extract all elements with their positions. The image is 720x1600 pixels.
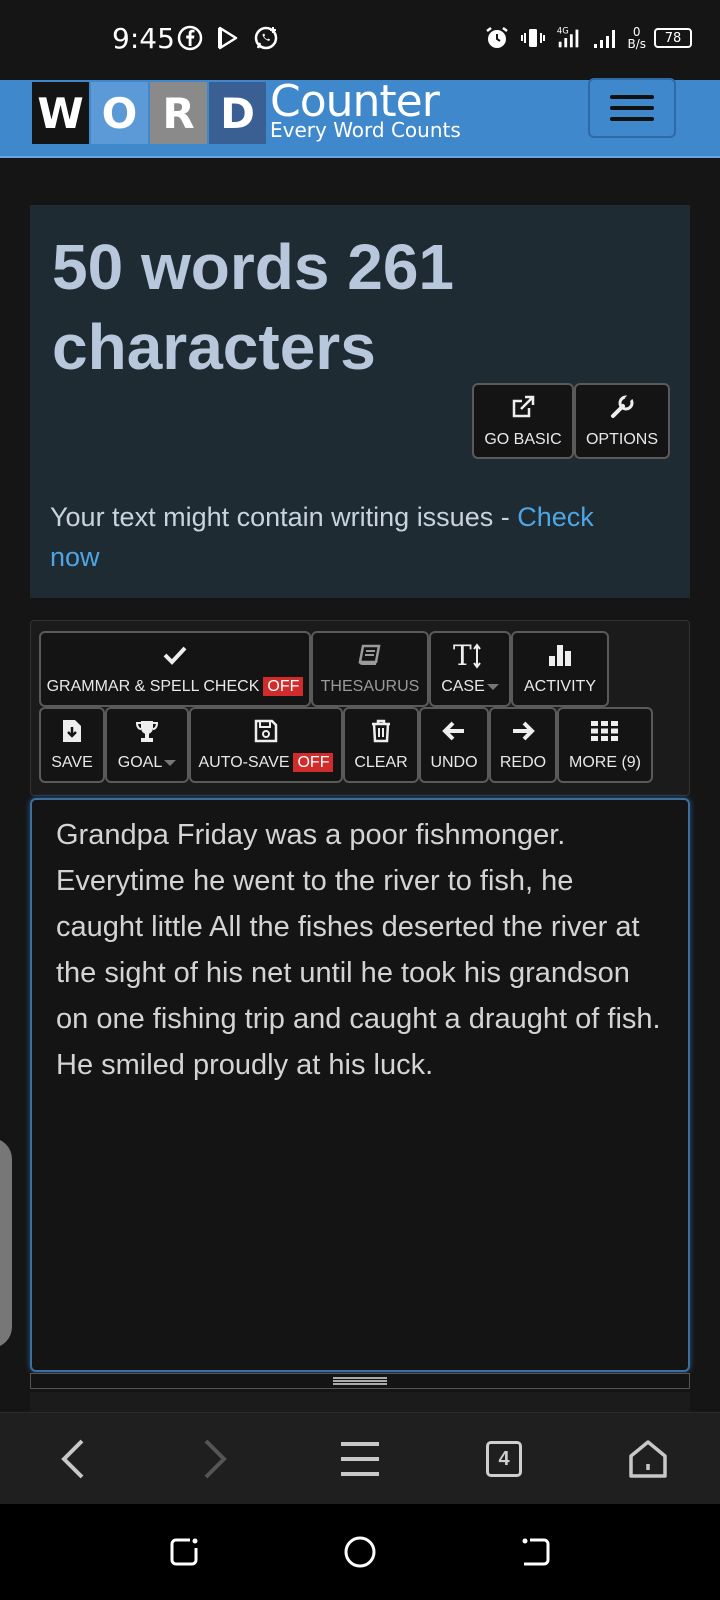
system-status-icons: 4G 0 B/s 78 xyxy=(483,24,692,52)
hamburger-icon-bar xyxy=(610,95,654,99)
status-time: 9:45 xyxy=(112,22,175,55)
grammar-label-row: GRAMMAR & SPELL CHECK OFF xyxy=(46,677,304,696)
auto-save-button[interactable]: AUTO-SAVE OFF xyxy=(189,707,343,783)
svg-text:4G: 4G xyxy=(557,25,569,35)
whatsapp-icon xyxy=(254,26,278,50)
tabs-button[interactable]: 4 xyxy=(478,1433,530,1485)
notification-icons xyxy=(176,24,280,52)
writing-issues-notice: Your text might contain writing issues -… xyxy=(50,497,650,577)
site-header: W O R D Counter Every Word Counts xyxy=(0,76,720,158)
case-dropdown-button[interactable]: T CASE xyxy=(429,631,511,707)
chevron-left-icon xyxy=(61,1439,84,1479)
goal-dropdown-button[interactable]: GOAL xyxy=(105,707,189,783)
auto-save-label-row: AUTO-SAVE OFF xyxy=(198,753,334,772)
wrench-icon xyxy=(611,393,634,418)
vibrate-icon xyxy=(521,29,546,47)
chevron-right-icon xyxy=(204,1439,227,1479)
external-link-icon xyxy=(512,395,535,418)
below-editor-panel xyxy=(30,1392,690,1412)
auto-save-label: AUTO-SAVE xyxy=(198,754,290,771)
facebook-icon xyxy=(177,25,203,51)
back-button[interactable] xyxy=(46,1433,98,1485)
undo-label: UNDO xyxy=(430,754,478,771)
file-download-icon xyxy=(60,718,84,744)
browser-bottom-nav: 4 xyxy=(0,1412,720,1504)
alarm-icon xyxy=(486,27,509,48)
battery-indicator: 78 xyxy=(654,28,692,48)
text-case-icon: T xyxy=(453,640,487,670)
network-speed-unit: B/s xyxy=(627,37,646,51)
trash-icon xyxy=(369,718,393,744)
menu-lines-icon xyxy=(341,1442,379,1476)
stats-panel: 50 words 261 characters GO BASIC OPTIONS… xyxy=(30,205,690,598)
back-gesture-icon[interactable] xyxy=(518,1534,554,1570)
checkmark-icon xyxy=(162,642,188,668)
status-bar: 9:45 4G 0 B/s 78 xyxy=(0,0,720,80)
options-label: OPTIONS xyxy=(585,431,658,448)
activity-button[interactable]: ACTIVITY xyxy=(511,631,609,707)
grammar-off-badge: OFF xyxy=(263,677,304,696)
home-circle-icon[interactable] xyxy=(342,1534,378,1570)
caret-down-icon xyxy=(486,683,499,690)
case-label: CASE xyxy=(441,678,485,695)
resize-grip-icon xyxy=(333,1377,387,1385)
arrow-right-icon xyxy=(510,718,536,744)
save-button[interactable]: SAVE xyxy=(39,707,105,783)
undo-button[interactable]: UNDO xyxy=(419,707,489,783)
forward-button[interactable] xyxy=(190,1433,242,1485)
book-icon xyxy=(357,642,383,668)
save-label: SAVE xyxy=(51,754,93,771)
go-basic-button[interactable]: GO BASIC xyxy=(472,383,574,459)
play-store-icon xyxy=(218,26,238,50)
thesaurus-button[interactable]: THESAURUS xyxy=(311,631,429,707)
logo[interactable]: W O R D xyxy=(32,82,266,144)
caret-down-icon xyxy=(164,759,177,766)
home-icon xyxy=(629,1440,667,1478)
text-editor[interactable]: Grandpa Friday was a poor fishmonger. Ev… xyxy=(30,798,690,1372)
writing-issues-text: Your text might contain writing issues - xyxy=(50,502,518,532)
edge-panel-handle[interactable] xyxy=(0,1138,12,1348)
logo-tagline: Every Word Counts xyxy=(270,118,461,142)
system-navigation-bar xyxy=(0,1504,720,1600)
logo-letter-o: O xyxy=(91,82,148,144)
goal-label: GOAL xyxy=(117,754,163,771)
more-button[interactable]: MORE (9) xyxy=(557,707,653,783)
clear-label: CLEAR xyxy=(354,754,408,771)
svg-text:T: T xyxy=(453,640,472,670)
logo-letter-d: D xyxy=(209,82,266,144)
recent-apps-icon[interactable] xyxy=(166,1534,202,1570)
auto-save-off-badge: OFF xyxy=(293,753,334,772)
hamburger-menu-button[interactable] xyxy=(588,78,676,138)
logo-letter-r: R xyxy=(150,82,207,144)
options-button[interactable]: OPTIONS xyxy=(574,383,670,459)
word-character-count: 50 words 261 characters xyxy=(52,231,454,383)
go-basic-label: GO BASIC xyxy=(484,431,562,448)
redo-label: REDO xyxy=(499,754,547,771)
floppy-disk-icon xyxy=(253,718,279,744)
home-button[interactable] xyxy=(622,1433,674,1485)
case-label-row: CASE xyxy=(441,678,499,696)
trophy-icon xyxy=(134,718,160,744)
hamburger-icon-bar xyxy=(610,106,654,110)
editor-toolbar: GRAMMAR & SPELL CHECK OFF THESAURUS T CAS… xyxy=(30,620,690,796)
browser-menu-button[interactable] xyxy=(334,1433,386,1485)
goal-label-row: GOAL xyxy=(117,754,177,772)
tab-count: 4 xyxy=(486,1441,522,1477)
arrow-left-icon xyxy=(441,718,467,744)
network-speed: 0 B/s xyxy=(627,26,646,50)
clear-button[interactable]: CLEAR xyxy=(343,707,419,783)
thesaurus-label: THESAURUS xyxy=(320,678,420,695)
bar-chart-icon xyxy=(546,642,574,668)
grid-icon xyxy=(590,718,620,744)
logo-letter-w: W xyxy=(32,82,89,144)
more-label: MORE (9) xyxy=(569,754,641,771)
grammar-spell-check-button[interactable]: GRAMMAR & SPELL CHECK OFF xyxy=(39,631,311,707)
redo-button[interactable]: REDO xyxy=(489,707,557,783)
signal-4g-icon: 4G xyxy=(557,25,579,48)
editor-resize-handle[interactable] xyxy=(30,1373,690,1389)
signal-icon xyxy=(594,30,616,48)
activity-label: ACTIVITY xyxy=(523,678,596,695)
hamburger-icon-bar xyxy=(610,117,654,121)
grammar-label: GRAMMAR & SPELL CHECK xyxy=(46,678,260,695)
